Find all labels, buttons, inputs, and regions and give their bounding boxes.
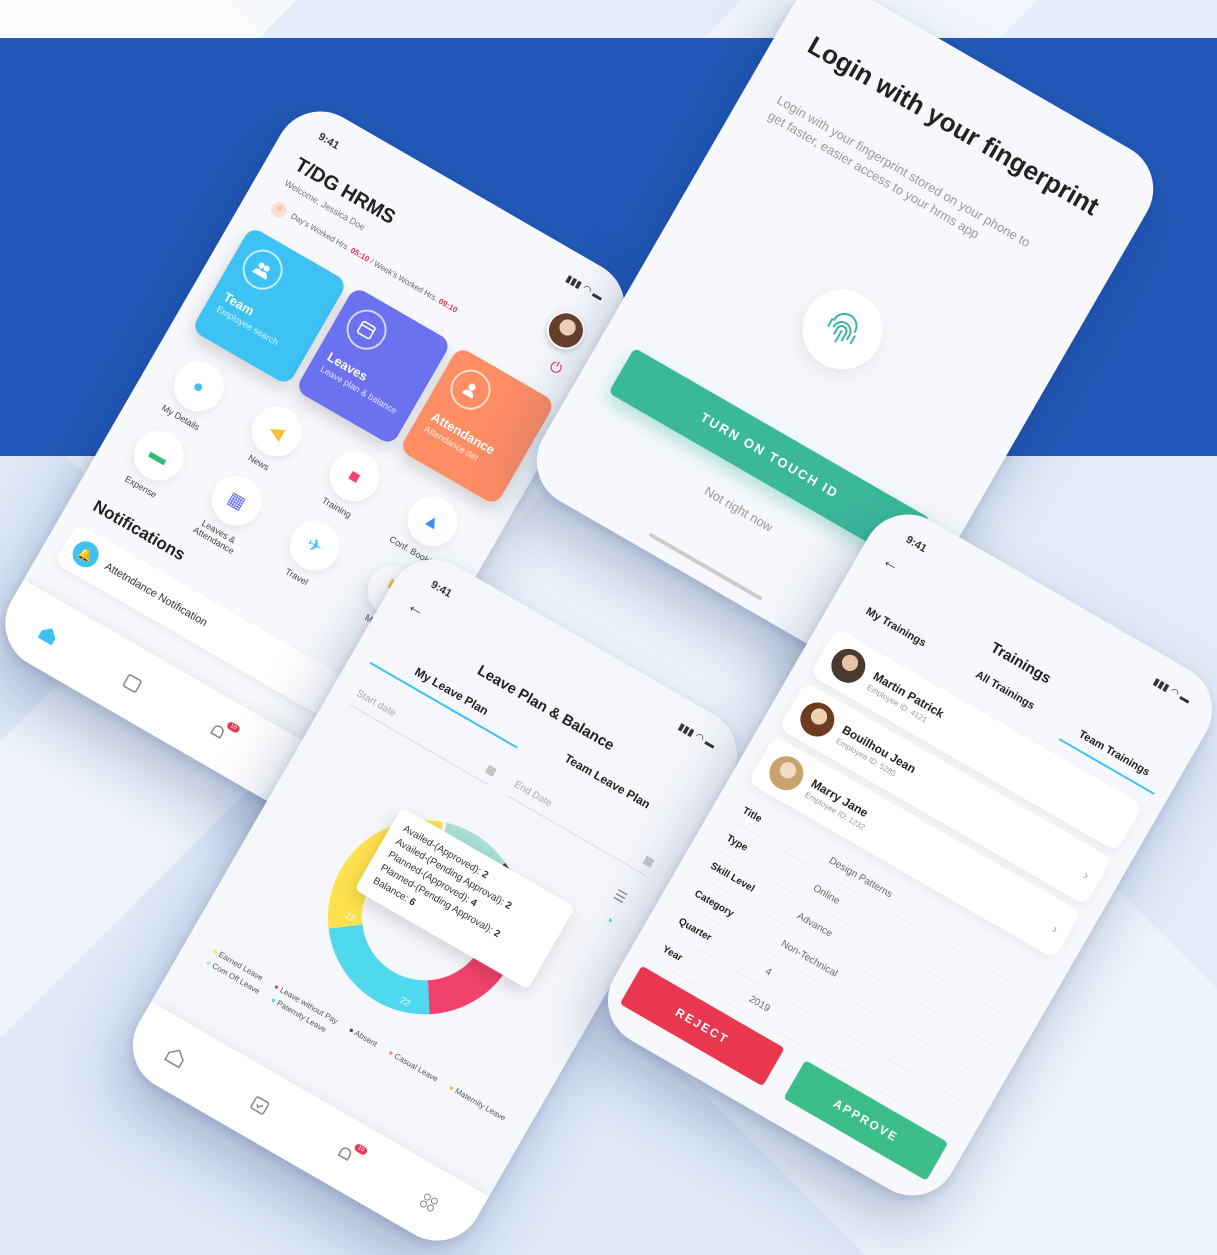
menu-leaves-attendance[interactable]: ▦ Leaves & Attendance: [179, 460, 281, 563]
legend-label: Maternity Leave: [453, 1086, 508, 1123]
end-date-placeholder: End Date: [512, 779, 554, 810]
team-icon: [235, 242, 290, 297]
calendar-icon: [339, 302, 394, 357]
avatar[interactable]: [539, 304, 592, 357]
detail-value: 2019: [746, 993, 772, 1015]
bell-icon[interactable]: 10: [198, 713, 241, 751]
start-date-placeholder: Start date: [354, 688, 398, 720]
avatar: [825, 642, 872, 690]
home-icon[interactable]: [157, 1037, 195, 1075]
signal-wifi-battery-icon: ▮▮▮ ◠ ▬: [1151, 676, 1192, 707]
avatar: [763, 749, 810, 797]
home-icon[interactable]: [29, 615, 67, 653]
weeks-worked-label: Week's Worked Hrs.: [372, 259, 440, 304]
legend-item: ● Absent: [347, 1025, 379, 1049]
menu-my-details[interactable]: ● My Details: [146, 346, 243, 440]
status-time: 9:41: [316, 130, 342, 153]
menu-travel[interactable]: ✈ Travel: [262, 505, 359, 599]
calendar-icon: ▦: [641, 853, 657, 870]
signal-wifi-battery-icon: ▮▮▮ ◠ ▬: [563, 273, 605, 304]
tooltip-value: 2: [479, 868, 491, 882]
calendar-icon[interactable]: [114, 664, 152, 702]
calendar-icon: ▦: [483, 762, 499, 779]
user-icon: [443, 362, 498, 417]
tooltip-value: 2: [503, 899, 514, 913]
detail-value: Online: [810, 882, 842, 907]
legend-label: Absent: [352, 1028, 379, 1049]
detail-value: Advance: [794, 910, 835, 940]
tooltip-value: 4: [468, 896, 479, 910]
days-worked-value: 05:10: [348, 245, 371, 264]
bell-icon[interactable]: 10: [326, 1135, 369, 1173]
fingerprint-description: Login with your fingerprint stored on yo…: [765, 92, 1033, 251]
menu-training[interactable]: ■ Training: [302, 436, 399, 530]
legend-item: ● Casual Leave: [386, 1047, 440, 1084]
menu-expense[interactable]: ▬ Expense: [106, 415, 203, 509]
location-icon: ⌾: [267, 198, 290, 221]
tooltip-value: 6: [407, 896, 418, 909]
calendar-check-icon[interactable]: [241, 1086, 279, 1124]
signal-wifi-battery-icon: ▮▮▮ ◠ ▬: [676, 721, 717, 752]
status-time: 9:41: [903, 533, 929, 556]
tooltip-value: 2: [491, 927, 502, 941]
avatar: [794, 696, 841, 743]
legend-item: ● Maternity Leave: [447, 1082, 508, 1123]
legend-label: Casual Leave: [392, 1051, 440, 1084]
status-time: 9:41: [428, 578, 454, 601]
menu-news[interactable]: ◀ News: [224, 391, 321, 485]
pie-chart-icon[interactable]: ◔: [602, 911, 617, 929]
bar-chart-icon[interactable]: ☰: [611, 886, 630, 907]
power-icon[interactable]: ⏻: [543, 356, 568, 381]
weeks-worked-value: 09:10: [436, 296, 460, 315]
fingerprint-icon[interactable]: [787, 274, 898, 384]
apps-icon[interactable]: [410, 1183, 448, 1221]
bell-icon: 🔔: [67, 536, 104, 573]
